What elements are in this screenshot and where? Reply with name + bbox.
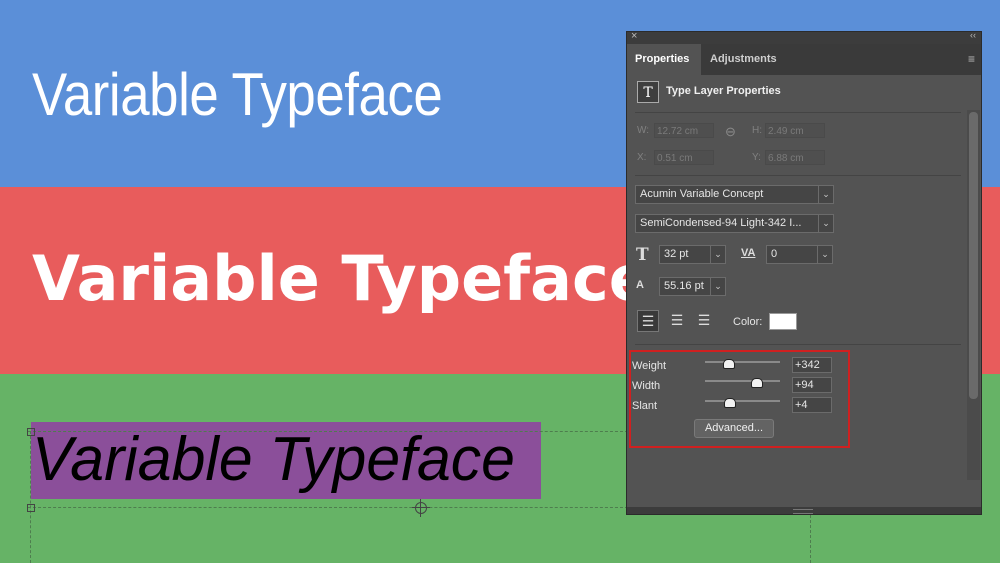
divider <box>635 112 961 113</box>
width-value-field[interactable]: +94 <box>792 377 832 393</box>
y-label: Y: <box>752 152 761 163</box>
font-family-value: Acumin Variable Concept <box>640 188 764 200</box>
font-style-value: SemiCondensed-94 Light-342 I... <box>640 217 802 229</box>
close-icon[interactable]: × <box>631 30 637 42</box>
slant-slider[interactable] <box>705 398 780 408</box>
chevron-down-icon: ⌄ <box>818 186 833 203</box>
panel-tabs: Properties Adjustments ≡ <box>627 44 981 75</box>
bounding-box-right <box>810 515 811 563</box>
panel-title-bar: × ‹‹ <box>627 30 981 44</box>
scrollbar-thumb[interactable] <box>969 112 978 399</box>
tab-properties[interactable]: Properties <box>627 44 701 75</box>
divider <box>635 175 961 176</box>
axis-label-weight: Weight <box>632 360 667 372</box>
y-field[interactable]: 6.88 cm <box>765 150 825 165</box>
tracking-icon: VA <box>741 247 756 259</box>
tracking-field[interactable]: 0 ⌄ <box>766 245 833 264</box>
axis-label-width: Width <box>632 380 661 392</box>
font-size-icon: T <box>636 245 649 265</box>
sample-text-regular: Variable Typeface <box>32 61 443 128</box>
font-style-dropdown[interactable]: SemiCondensed-94 Light-342 I... ⌄ <box>635 214 834 233</box>
color-label: Color: <box>733 316 763 328</box>
properties-panel: × ‹‹ Properties Adjustments ≡ T Type Lay… <box>626 30 982 515</box>
panel-bottom-bar <box>627 507 981 514</box>
weight-slider[interactable] <box>705 359 780 369</box>
sample-text-bold: Variable Typeface <box>32 242 651 315</box>
transform-handle-top-left[interactable] <box>27 428 35 436</box>
reference-point-icon[interactable] <box>412 499 430 517</box>
x-field[interactable]: 0.51 cm <box>654 150 714 165</box>
weight-value-field[interactable]: +342 <box>792 357 832 373</box>
leading-icon: A <box>636 279 644 291</box>
leading-field[interactable]: 55.16 pt ⌄ <box>659 277 726 296</box>
font-size-value: 32 pt <box>664 248 689 260</box>
align-left-icon[interactable]: ☰ <box>637 310 659 332</box>
bounding-box-middle <box>28 507 628 508</box>
chevron-down-icon: ⌄ <box>710 278 725 295</box>
tab-adjustments[interactable]: Adjustments <box>702 44 785 75</box>
bounding-box-left <box>30 431 31 563</box>
axis-label-slant: Slant <box>632 400 658 412</box>
font-size-field[interactable]: 32 pt ⌄ <box>659 245 726 264</box>
align-right-icon[interactable]: ☰ <box>693 310 715 332</box>
leading-value: 55.16 pt <box>664 280 704 292</box>
panel-header-title: Type Layer Properties <box>666 85 781 97</box>
tracking-value: 0 <box>771 248 778 260</box>
panel-menu-icon[interactable]: ≡ <box>968 52 975 66</box>
width-slider[interactable] <box>705 378 780 388</box>
width-label: W: <box>637 125 650 136</box>
color-swatch[interactable] <box>769 313 797 330</box>
bounding-box-top <box>28 431 628 432</box>
font-family-dropdown[interactable]: Acumin Variable Concept ⌄ <box>635 185 834 204</box>
sample-text-italic-selected[interactable]: Variable Typeface <box>32 424 515 495</box>
height-field[interactable]: 2.49 cm <box>765 123 825 138</box>
advanced-button[interactable]: Advanced... <box>694 419 774 438</box>
chevron-down-icon: ⌄ <box>817 246 832 263</box>
align-center-icon[interactable]: ☰ <box>666 310 688 332</box>
chevron-down-icon: ⌄ <box>710 246 725 263</box>
height-label: H: <box>752 125 762 136</box>
transform-handle-middle-left[interactable] <box>27 504 35 512</box>
type-layer-icon: T <box>637 81 659 103</box>
x-label: X: <box>637 152 647 163</box>
collapse-icon[interactable]: ‹‹ <box>970 30 976 40</box>
slant-value-field[interactable]: +4 <box>792 397 832 413</box>
width-field[interactable]: 12.72 cm <box>654 123 714 138</box>
link-icon[interactable]: ⊖ <box>725 124 736 140</box>
chevron-down-icon: ⌄ <box>818 215 833 232</box>
resize-grip-icon[interactable] <box>793 509 813 514</box>
divider <box>635 344 961 345</box>
